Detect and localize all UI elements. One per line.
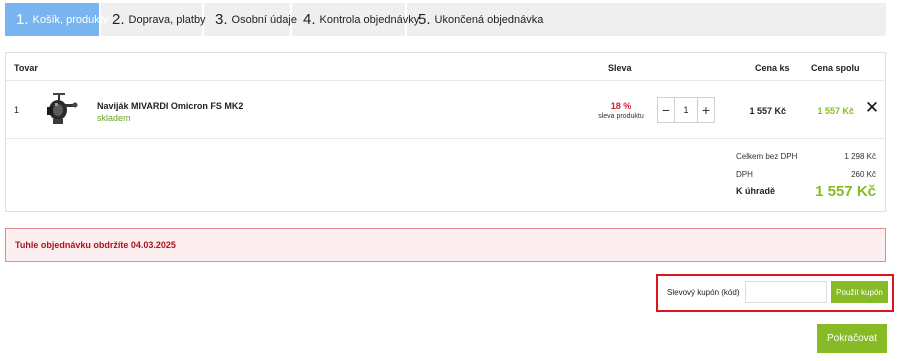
header-total-price: Cena spolu — [811, 63, 860, 73]
header-unit-price: Cena ks — [755, 63, 790, 73]
close-icon[interactable]: ✕ — [864, 98, 880, 118]
summary-due: K úhradě 1 557 Kč — [736, 183, 876, 200]
step-personal-info[interactable]: 3. Osobní údaje — [204, 3, 297, 36]
step-review[interactable]: 4. Kontrola objednávky — [292, 3, 419, 36]
cart-table: Tovar Sleva Cena ks Cena spolu 1 Naviják… — [5, 52, 886, 212]
checkout-steps: 1. Košík, produkty 2. Doprava, platby 3.… — [5, 3, 886, 36]
alert-text: Tuhle objednávku obdržíte 04.03.2025 — [15, 240, 176, 250]
apply-coupon-button[interactable]: Použít kupón — [831, 281, 888, 303]
coupon-label: Slevový kupón (kód) — [667, 288, 740, 297]
cart-item-row: 1 Naviják MIVARDI Omicron FS MK2 skladem… — [6, 81, 885, 139]
quantity-input[interactable]: 1 — [674, 98, 698, 122]
unit-price: 1 557 Kč — [749, 106, 786, 116]
cart-header-row: Tovar Sleva Cena ks Cena spolu — [6, 53, 885, 81]
step-label: Kontrola objednávky — [319, 13, 420, 26]
discount-label: sleva produktu — [598, 113, 644, 120]
item-total-price: 1 557 Kč — [817, 106, 854, 116]
net-value: 1 298 Kč — [844, 152, 876, 161]
due-value: 1 557 Kč — [815, 183, 876, 200]
step-label: Osobní údaje — [231, 13, 297, 26]
due-label: K úhradě — [736, 186, 776, 196]
item-index: 1 — [14, 105, 20, 115]
summary-net: Celkem bez DPH 1 298 Kč — [736, 152, 876, 161]
vat-value: 260 Kč — [851, 170, 876, 179]
step-complete[interactable]: 5. Ukončená objednávka — [407, 3, 543, 36]
availability-status: skladem — [97, 113, 131, 123]
vat-label: DPH — [736, 170, 753, 179]
step-label: Košík, produkty — [32, 13, 109, 26]
step-label: Doprava, platby — [128, 13, 206, 26]
product-name-link[interactable]: Naviják MIVARDI Omicron FS MK2 — [97, 101, 243, 111]
step-label: Ukončená objednávka — [434, 13, 544, 26]
product-image[interactable] — [41, 90, 79, 128]
continue-button[interactable]: Pokračovat — [817, 324, 887, 353]
step-number: 4. — [303, 11, 316, 28]
header-product: Tovar — [14, 63, 38, 73]
step-number: 3. — [215, 11, 228, 28]
discount-value: 18 % — [610, 101, 632, 111]
step-number: 5. — [418, 11, 431, 28]
coupon-code-input[interactable] — [745, 281, 827, 303]
step-number: 2. — [112, 11, 125, 28]
step-shipping[interactable]: 2. Doprava, platby — [101, 3, 206, 36]
coupon-section: Slevový kupón (kód) Použít kupón — [656, 274, 894, 312]
delivery-date-alert: Tuhle objednávku obdržíte 04.03.2025 — [5, 228, 886, 262]
minus-icon[interactable]: − — [658, 98, 674, 122]
plus-icon[interactable]: + — [698, 98, 714, 122]
header-discount: Sleva — [608, 63, 632, 73]
net-label: Celkem bez DPH — [736, 152, 798, 161]
step-cart[interactable]: 1. Košík, produkty — [5, 3, 108, 36]
quantity-stepper: − 1 + — [657, 97, 715, 123]
summary-vat: DPH 260 Kč — [736, 170, 876, 179]
step-number: 1. — [16, 11, 29, 28]
